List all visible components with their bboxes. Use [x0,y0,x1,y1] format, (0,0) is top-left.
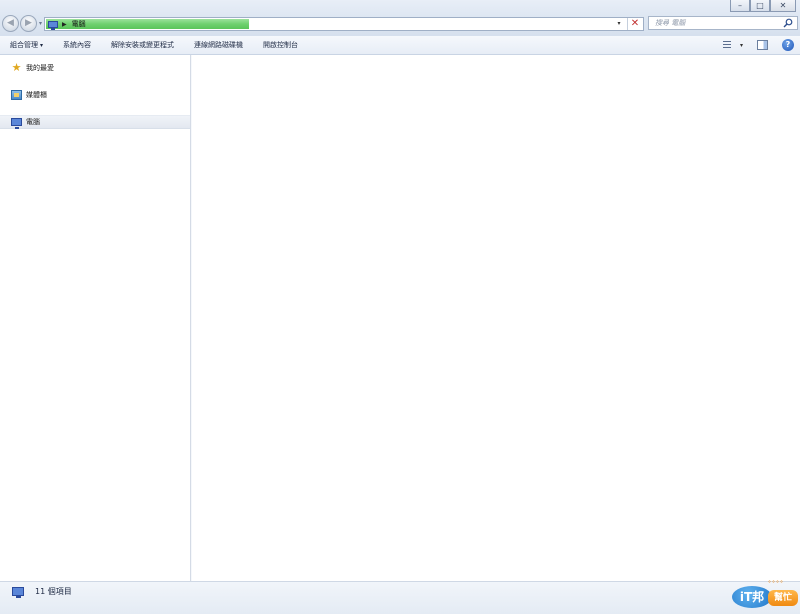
watermark-bubble: iT邦 [732,586,772,608]
search-placeholder: 搜尋 電腦 [655,19,686,27]
back-button[interactable]: ◀ [2,15,19,32]
watermark-logo: °°°° iT邦 幫忙 [732,580,798,610]
computer-icon [48,20,58,30]
close-button[interactable]: ✕ [770,0,796,12]
navigation-buttons: ◀ ▶ ▾ [2,15,42,32]
item-count: 11 個項目 [35,587,72,596]
preview-pane-icon[interactable] [757,40,768,50]
command-bar: 組合管理 ▾ 系統內容 解除安裝或變更程式 連線網路磁碟機 開啟控制台 ▾ ? [0,36,800,55]
open-control-panel-button[interactable]: 開啟控制台 [253,40,308,50]
library-icon [11,90,22,100]
organize-label: 組合管理 [10,41,38,49]
chevron-down-icon: ▾ [40,42,44,49]
content-pane[interactable] [192,55,800,581]
star-icon: ★ [11,61,22,74]
sidebar-item-computer[interactable]: 電腦 [0,115,190,129]
sidebar-item-label: 電腦 [26,118,40,126]
window-controls: – □ ✕ [730,0,796,12]
minimize-button[interactable]: – [730,0,750,12]
map-network-drive-button[interactable]: 連線網路磁碟機 [184,40,253,50]
maximize-button[interactable]: □ [750,0,770,12]
address-bar[interactable]: ▶ 電腦 ▾ ✕ [44,17,644,31]
watermark-tag: 幫忙 [768,590,798,606]
uninstall-program-button[interactable]: 解除安裝或變更程式 [101,40,184,50]
computer-icon [12,587,24,598]
address-breadcrumb: ▶ 電腦 [48,18,86,30]
sidebar-item-favorites[interactable]: ★ 我的最愛 [0,61,190,75]
breadcrumb-separator[interactable]: ▶ [62,21,67,28]
organize-menu[interactable]: 組合管理 ▾ [0,40,53,50]
status-bar: 11 個項目 [0,581,800,614]
window-title [300,1,520,11]
stop-button[interactable]: ✕ [627,18,642,30]
forward-button[interactable]: ▶ [20,15,37,32]
search-icon[interactable] [783,18,793,28]
navigation-pane: ★ 我的最愛 媒體櫃 電腦 [0,55,191,581]
sidebar-item-libraries[interactable]: 媒體櫃 [0,88,190,102]
command-bar-right: ▾ ? [716,39,794,51]
breadcrumb-location[interactable]: 電腦 [72,19,86,29]
view-options-dropdown[interactable]: ▾ [740,42,743,49]
watermark-dots: °°°° [768,580,784,587]
recent-pages-dropdown[interactable]: ▾ [39,20,42,32]
title-bar: – □ ✕ ◀ ▶ ▾ ▶ 電腦 ▾ ✕ 搜尋 電腦 [0,0,800,36]
search-input[interactable]: 搜尋 電腦 [648,16,798,30]
address-history-dropdown[interactable]: ▾ [613,19,625,29]
change-view-icon[interactable] [722,39,738,51]
sidebar-item-label: 我的最愛 [26,64,54,72]
help-icon[interactable]: ? [782,39,794,51]
system-properties-button[interactable]: 系統內容 [53,40,101,50]
computer-icon [11,118,22,129]
sidebar-item-label: 媒體櫃 [26,91,47,99]
